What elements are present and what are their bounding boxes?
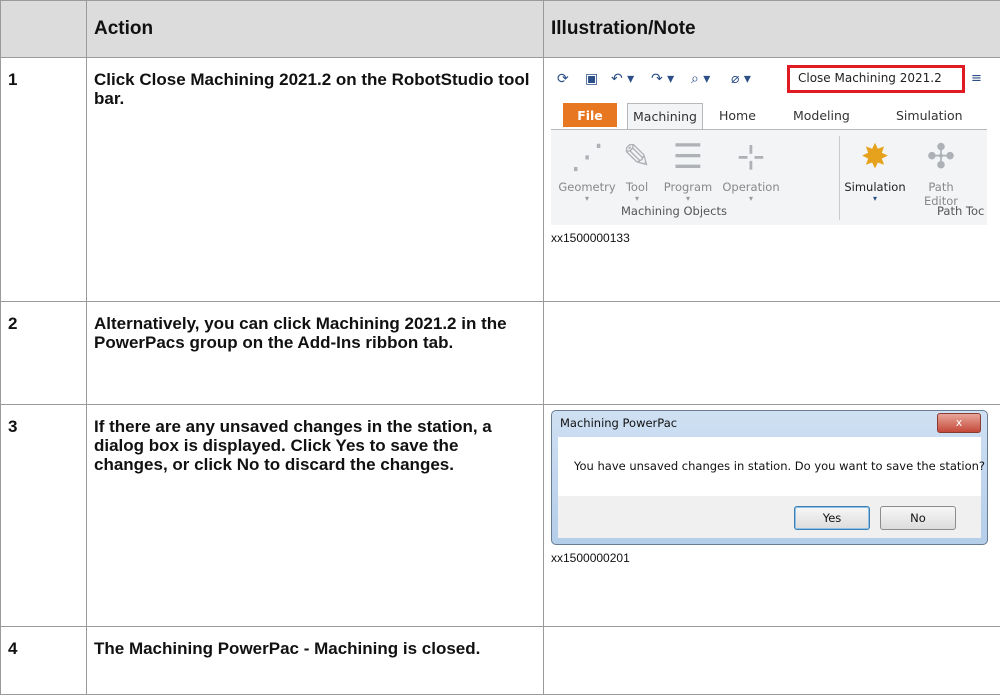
- geometry-label: Geometry: [555, 180, 619, 194]
- program-icon: ☰: [659, 136, 717, 178]
- chevron-down-icon: ▾: [841, 194, 909, 203]
- step-number: 2: [1, 302, 87, 405]
- action-bold: Machining 2021.2: [316, 314, 457, 333]
- group-label-path-tools: Path Toc: [937, 204, 984, 218]
- program-label: Program: [659, 180, 717, 194]
- ribbon-body: ⋰ Geometry ▾ ✎ Tool ▾ ☰ Program ▾: [551, 129, 987, 225]
- step-action: Click Close Machining 2021.2 on the Robo…: [87, 58, 544, 302]
- tab-home[interactable]: Home: [719, 103, 756, 127]
- tab-simulation[interactable]: Simulation: [896, 103, 963, 127]
- table-row: 2 Alternatively, you can click Machining…: [1, 302, 1000, 405]
- dialog-title: Machining PowerPac: [560, 416, 677, 430]
- action-bold: PowerPacs: [94, 333, 185, 352]
- path-editor-button[interactable]: ✣ Path Editor: [911, 136, 971, 208]
- dialog-panel: You have unsaved changes in station. Do …: [558, 437, 981, 538]
- step-action: The Machining PowerPac - Machining is cl…: [87, 627, 544, 695]
- chevron-down-icon: ▾: [717, 194, 785, 203]
- save-icon: ▣: [585, 71, 598, 87]
- step-action: Alternatively, you can click Machining 2…: [87, 302, 544, 405]
- step-illustration: [544, 302, 1000, 405]
- step-illustration: Machining PowerPac x You have unsaved ch…: [544, 405, 1000, 627]
- ribbon-screenshot: ⟳ ▣ ↶ ▾ ↷ ▾ ⌕ ▾ ⌀ ▾ Close Machining 2021…: [551, 63, 987, 225]
- action-bold: Add-Ins: [297, 333, 360, 352]
- table-header-row: Action Illustration/Note: [1, 1, 1000, 58]
- table-row: 3 If there are any unsaved changes in th…: [1, 405, 1000, 627]
- action-text: ribbon tab.: [361, 333, 454, 352]
- table-row: 4 The Machining PowerPac - Machining is …: [1, 627, 1000, 695]
- ribbon-tabs: File Machining Home Modeling Simulation: [551, 103, 987, 129]
- tool-label: Tool: [617, 180, 657, 194]
- tool-icon: ✎: [617, 136, 657, 178]
- quick-access-toolbar: ⟳ ▣ ↶ ▾ ↷ ▾ ⌕ ▾ ⌀ ▾ Close Machining 2021…: [551, 63, 987, 103]
- group-divider: [839, 136, 840, 220]
- tool-button[interactable]: ✎ Tool ▾: [617, 136, 657, 203]
- customize-dropdown-icon: ≡: [971, 71, 982, 86]
- action-text: Alternatively, you can click: [94, 314, 316, 333]
- steps-table: Action Illustration/Note 1 Click Close M…: [0, 0, 1000, 695]
- dialog-message: You have unsaved changes in station. Do …: [574, 459, 985, 473]
- redo-icon: ↷ ▾: [651, 71, 674, 87]
- tab-file[interactable]: File: [563, 103, 617, 127]
- step-action: If there are any unsaved changes in the …: [87, 405, 544, 627]
- simulation-icon: ✸: [841, 136, 909, 178]
- operation-label: Operation: [717, 180, 785, 194]
- simulation-label: Simulation: [841, 180, 909, 194]
- tab-modeling[interactable]: Modeling: [793, 103, 850, 127]
- action-bold: No: [237, 455, 260, 474]
- action-text: in the: [457, 314, 507, 333]
- no-button[interactable]: No: [880, 506, 956, 530]
- tag-icon: ⌀ ▾: [731, 71, 751, 87]
- figure-id: xx1500000133: [551, 231, 1000, 245]
- geometry-icon: ⋰: [555, 136, 619, 178]
- geometry-button[interactable]: ⋰ Geometry ▾: [555, 136, 619, 203]
- step-number: 1: [1, 58, 87, 302]
- zoom-icon: ⌕ ▾: [691, 71, 710, 87]
- step-number: 4: [1, 627, 87, 695]
- table-row: 1 Click Close Machining 2021.2 on the Ro…: [1, 58, 1000, 302]
- app-icon: ⟳: [557, 71, 569, 87]
- figure-id: xx1500000201: [551, 551, 1000, 565]
- action-text: group on the: [185, 333, 298, 352]
- operation-button[interactable]: ⊹ Operation ▾: [717, 136, 785, 203]
- simulation-button[interactable]: ✸ Simulation ▾: [841, 136, 909, 203]
- dialog-footer: Yes No: [558, 496, 981, 538]
- action-text: to discard the changes.: [259, 455, 454, 474]
- header-num: [1, 1, 87, 58]
- chevron-down-icon: ▾: [659, 194, 717, 203]
- close-icon[interactable]: x: [937, 413, 981, 433]
- step-illustration: [544, 627, 1000, 695]
- path-editor-icon: ✣: [911, 136, 971, 178]
- header-note: Illustration/Note: [544, 1, 1000, 58]
- undo-icon: ↶ ▾: [611, 71, 634, 87]
- close-machining-title[interactable]: Close Machining 2021.2: [787, 65, 965, 93]
- action-bold: Close Machining 2021.2: [139, 70, 331, 89]
- group-label-machining-objects: Machining Objects: [621, 204, 727, 218]
- action-text: Click: [94, 70, 139, 89]
- step-illustration: ⟳ ▣ ↶ ▾ ↷ ▾ ⌕ ▾ ⌀ ▾ Close Machining 2021…: [544, 58, 1000, 302]
- step-number: 3: [1, 405, 87, 627]
- unsaved-changes-dialog: Machining PowerPac x You have unsaved ch…: [551, 410, 988, 545]
- action-bold: Yes: [336, 436, 365, 455]
- program-button[interactable]: ☰ Program ▾: [659, 136, 717, 203]
- yes-button[interactable]: Yes: [794, 506, 870, 530]
- chevron-down-icon: ▾: [555, 194, 619, 203]
- operation-icon: ⊹: [717, 136, 785, 178]
- header-action: Action: [87, 1, 544, 58]
- tab-machining[interactable]: Machining: [627, 103, 703, 129]
- chevron-down-icon: ▾: [617, 194, 657, 203]
